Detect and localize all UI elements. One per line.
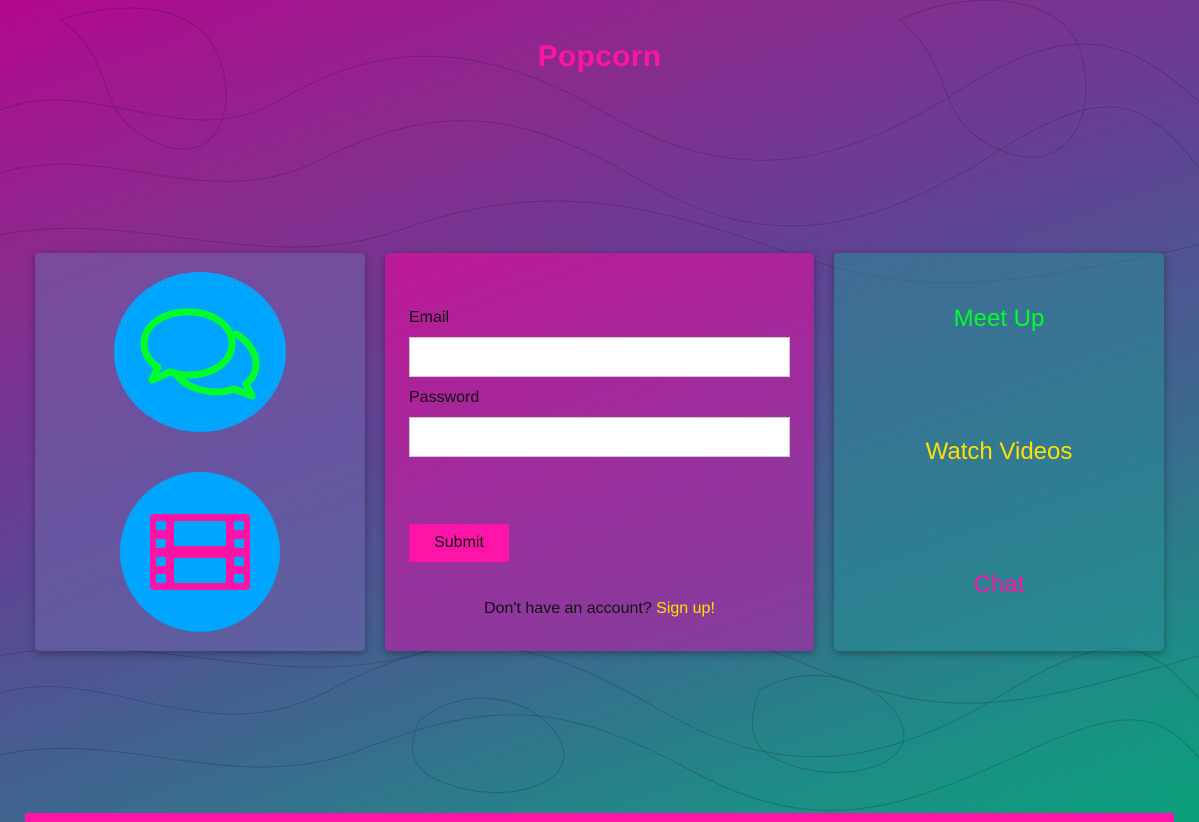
email-label: Email (409, 309, 450, 326)
submit-button[interactable]: Submit (409, 524, 509, 562)
signup-prompt-line: Don't have an account? Sign up! (385, 600, 814, 618)
app-title: Popcorn (537, 40, 662, 73)
signup-prompt-text: Don't have an account? (484, 600, 652, 617)
film-icon-circle (120, 472, 280, 632)
bottom-accent-bar (25, 813, 1174, 822)
feature-watch-videos: Watch Videos (925, 438, 1073, 465)
feature-chat: Chat (973, 571, 1025, 598)
email-field[interactable] (409, 337, 790, 377)
password-label: Password (409, 389, 480, 406)
features-panel: Meet Up Watch Videos Chat (834, 253, 1164, 651)
chat-icon-circle (114, 272, 286, 432)
password-field[interactable] (409, 417, 790, 457)
film-strip-icon (150, 514, 250, 590)
feature-meet-up: Meet Up (953, 305, 1045, 332)
login-panel: Email Password Submit Don't have an acco… (385, 253, 814, 651)
icon-panel (35, 253, 365, 651)
chat-bubbles-icon (140, 308, 260, 400)
signup-link[interactable]: Sign up! (656, 600, 715, 617)
